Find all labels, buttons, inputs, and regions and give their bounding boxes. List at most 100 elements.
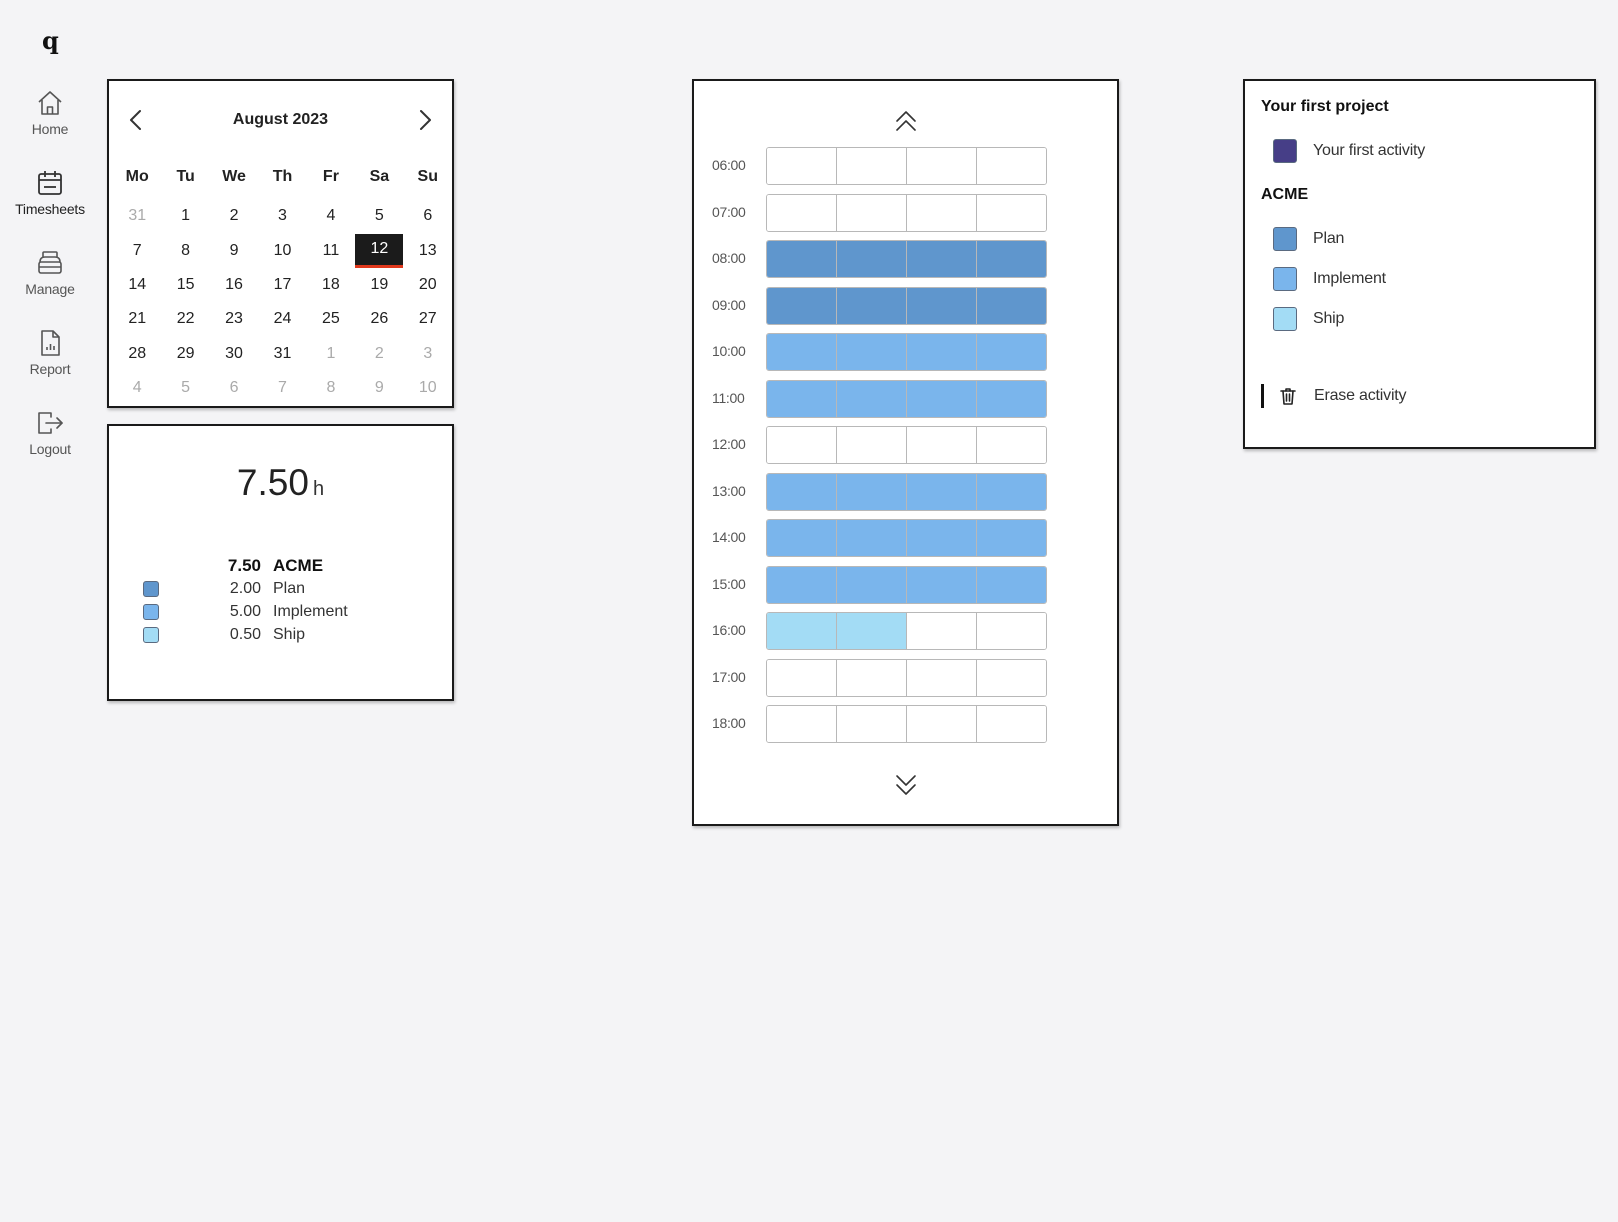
time-slot-empty[interactable] xyxy=(767,148,837,184)
calendar-day[interactable]: 16 xyxy=(210,268,258,302)
time-slot-implement[interactable] xyxy=(767,334,837,370)
time-slot-empty[interactable] xyxy=(767,194,837,231)
scroll-down-button[interactable] xyxy=(891,770,921,800)
time-slot-implement[interactable] xyxy=(977,473,1046,510)
calendar-day[interactable]: 1 xyxy=(161,199,209,233)
time-slot-plan[interactable] xyxy=(767,241,837,277)
calendar-day[interactable]: 26 xyxy=(355,302,403,336)
time-slot-plan[interactable] xyxy=(907,287,977,324)
calendar-day[interactable]: 23 xyxy=(210,302,258,336)
calendar-day[interactable]: 11 xyxy=(307,233,355,267)
activity-implement[interactable]: Implement xyxy=(1273,267,1386,291)
next-month-button[interactable] xyxy=(410,105,440,135)
time-slot-plan[interactable] xyxy=(837,241,907,277)
time-slot-empty[interactable] xyxy=(837,194,907,231)
calendar-day[interactable]: 3 xyxy=(404,337,452,371)
calendar-day[interactable]: 5 xyxy=(161,371,209,405)
calendar-day[interactable]: 31 xyxy=(258,337,306,371)
time-slot-implement[interactable] xyxy=(837,334,907,370)
time-slot-empty[interactable] xyxy=(837,148,907,184)
calendar-day[interactable]: 17 xyxy=(258,268,306,302)
calendar-day[interactable]: 31 xyxy=(113,199,161,233)
calendar-day[interactable]: 8 xyxy=(161,233,209,267)
calendar-day[interactable]: 8 xyxy=(307,371,355,405)
calendar-day[interactable]: 14 xyxy=(113,268,161,302)
calendar-day[interactable]: 19 xyxy=(355,268,403,302)
time-slot-implement[interactable] xyxy=(907,334,977,370)
calendar-day[interactable]: 2 xyxy=(210,199,258,233)
nav-item-home[interactable]: Home xyxy=(0,88,100,137)
scroll-up-button[interactable] xyxy=(891,106,921,136)
time-slot-plan[interactable] xyxy=(767,287,837,324)
activity-your-first-activity[interactable]: Your first activity xyxy=(1273,139,1425,163)
calendar-day[interactable]: 13 xyxy=(404,233,452,267)
time-slot-plan[interactable] xyxy=(837,287,907,324)
calendar-day[interactable]: 6 xyxy=(210,371,258,405)
calendar-day[interactable]: 24 xyxy=(258,302,306,336)
calendar-day[interactable]: 27 xyxy=(404,302,452,336)
calendar-day[interactable]: 7 xyxy=(258,371,306,405)
time-slot-empty[interactable] xyxy=(767,427,837,463)
time-slot-ship[interactable] xyxy=(837,613,907,649)
time-slot-empty[interactable] xyxy=(907,659,977,696)
calendar-day[interactable]: 5 xyxy=(355,199,403,233)
nav-item-logout[interactable]: Logout xyxy=(0,408,100,457)
calendar-day[interactable]: 9 xyxy=(355,371,403,405)
calendar-day[interactable]: 21 xyxy=(113,302,161,336)
time-slot-empty[interactable] xyxy=(767,659,837,696)
time-slot-implement[interactable] xyxy=(977,566,1046,603)
calendar-day[interactable]: 4 xyxy=(307,199,355,233)
calendar-day[interactable]: 3 xyxy=(258,199,306,233)
time-slot-empty[interactable] xyxy=(977,427,1046,463)
time-slot-empty[interactable] xyxy=(767,706,837,742)
calendar-day-selected[interactable]: 12 xyxy=(355,233,404,268)
time-slot-empty[interactable] xyxy=(977,613,1046,649)
time-slot-empty[interactable] xyxy=(837,659,907,696)
time-slot-implement[interactable] xyxy=(767,380,837,417)
calendar-day[interactable]: 30 xyxy=(210,337,258,371)
time-slot-empty[interactable] xyxy=(907,194,977,231)
time-slot-implement[interactable] xyxy=(837,380,907,417)
time-slot-plan[interactable] xyxy=(907,241,977,277)
calendar-day[interactable]: 18 xyxy=(307,268,355,302)
time-slot-plan[interactable] xyxy=(977,287,1046,324)
calendar-day[interactable]: 6 xyxy=(404,199,452,233)
time-slot-empty[interactable] xyxy=(907,148,977,184)
calendar-day[interactable]: 25 xyxy=(307,302,355,336)
activity-ship[interactable]: Ship xyxy=(1273,307,1344,331)
time-slot-empty[interactable] xyxy=(977,659,1046,696)
time-slot-implement[interactable] xyxy=(767,566,837,603)
calendar-day[interactable]: 10 xyxy=(258,233,306,267)
time-slot-empty[interactable] xyxy=(907,706,977,742)
time-slot-implement[interactable] xyxy=(837,566,907,603)
time-slot-implement[interactable] xyxy=(907,473,977,510)
time-slot-ship[interactable] xyxy=(767,613,837,649)
time-slot-empty[interactable] xyxy=(977,148,1046,184)
time-slot-empty[interactable] xyxy=(907,613,977,649)
time-slot-empty[interactable] xyxy=(837,427,907,463)
time-slot-empty[interactable] xyxy=(837,706,907,742)
calendar-day[interactable]: 9 xyxy=(210,233,258,267)
time-slot-implement[interactable] xyxy=(977,520,1046,556)
time-slot-implement[interactable] xyxy=(767,520,837,556)
activity-plan[interactable]: Plan xyxy=(1273,227,1344,251)
nav-item-timesheets[interactable]: Timesheets xyxy=(0,168,100,217)
time-slot-implement[interactable] xyxy=(837,520,907,556)
erase-activity-button[interactable]: Erase activity xyxy=(1261,384,1407,408)
time-slot-implement[interactable] xyxy=(767,473,837,510)
time-slot-empty[interactable] xyxy=(977,706,1046,742)
nav-item-report[interactable]: Report xyxy=(0,328,100,377)
time-slot-implement[interactable] xyxy=(837,473,907,510)
calendar-day[interactable]: 10 xyxy=(404,371,452,405)
calendar-day[interactable]: 29 xyxy=(161,337,209,371)
time-slot-empty[interactable] xyxy=(907,427,977,463)
calendar-day[interactable]: 2 xyxy=(355,337,403,371)
time-slot-implement[interactable] xyxy=(977,334,1046,370)
time-slot-implement[interactable] xyxy=(907,520,977,556)
nav-item-manage[interactable]: Manage xyxy=(0,248,100,297)
calendar-day[interactable]: 4 xyxy=(113,371,161,405)
time-slot-plan[interactable] xyxy=(977,241,1046,277)
time-slot-empty[interactable] xyxy=(977,194,1046,231)
calendar-day[interactable]: 1 xyxy=(307,337,355,371)
calendar-day[interactable]: 20 xyxy=(404,268,452,302)
